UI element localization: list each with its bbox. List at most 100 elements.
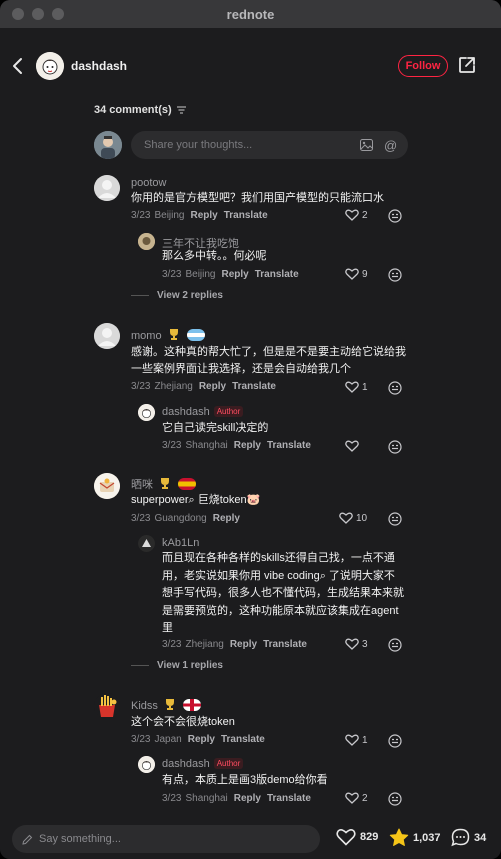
reply-avatar[interactable] bbox=[138, 756, 155, 773]
reply-button[interactable]: Reply bbox=[230, 639, 257, 650]
heart-icon bbox=[339, 512, 353, 524]
star-icon bbox=[389, 828, 409, 846]
reaction-icon[interactable] bbox=[388, 734, 402, 748]
trophy-badge-icon bbox=[161, 478, 170, 489]
comment-meta: 3/23 Guangdong Reply bbox=[131, 513, 240, 524]
commenter-avatar[interactable] bbox=[94, 693, 120, 719]
commenter-name[interactable]: 晒咪 bbox=[131, 476, 197, 492]
view-replies-label: View 1 replies bbox=[157, 660, 223, 671]
minimize-window-button[interactable] bbox=[32, 8, 44, 20]
trophy-badge-icon bbox=[169, 329, 178, 340]
reply-name[interactable]: kAb1Ln bbox=[162, 537, 199, 549]
like-button[interactable]: 2 bbox=[345, 209, 368, 221]
like-count: 2 bbox=[362, 792, 368, 804]
view-replies-button[interactable]: View 2 replies bbox=[131, 290, 223, 301]
reply-name[interactable]: dashdash Author bbox=[162, 406, 244, 418]
post-star-button[interactable]: 1,037 bbox=[389, 828, 441, 847]
reply-meta: 3/23 Zhejiang Reply Translate bbox=[162, 639, 307, 650]
comment-location: Japan bbox=[154, 734, 182, 745]
like-button[interactable]: 3 bbox=[345, 638, 368, 650]
compose-bar: @ bbox=[94, 130, 414, 160]
reply-button[interactable]: Reply bbox=[191, 210, 218, 221]
reply-avatar[interactable] bbox=[138, 535, 155, 552]
heart-icon bbox=[345, 440, 359, 452]
reaction-icon[interactable] bbox=[388, 268, 402, 282]
heart-icon bbox=[345, 638, 359, 650]
commenter-avatar[interactable] bbox=[94, 175, 120, 201]
reply-button[interactable]: Reply bbox=[188, 734, 215, 745]
translate-button[interactable]: Translate bbox=[224, 210, 268, 221]
reaction-icon[interactable] bbox=[388, 792, 402, 806]
translate-button[interactable]: Translate bbox=[221, 734, 265, 745]
commenter-name[interactable]: pootow bbox=[131, 177, 166, 189]
back-icon[interactable] bbox=[10, 56, 28, 76]
reply-meta: 3/23 Beijing Reply Translate bbox=[162, 269, 299, 280]
reaction-icon[interactable] bbox=[388, 381, 402, 395]
app-window: rednote dashdash Follow 34 comment(s) @ … bbox=[0, 0, 501, 859]
translate-button[interactable]: Translate bbox=[263, 639, 307, 650]
reaction-icon[interactable] bbox=[388, 209, 402, 223]
author-name[interactable]: dashdash bbox=[71, 59, 127, 73]
bottom-bar: Say something... 829 1,037 34 bbox=[0, 818, 501, 859]
translate-button[interactable]: Translate bbox=[267, 440, 311, 451]
commenter-name[interactable]: Kidss bbox=[131, 698, 202, 712]
comment-date: 3/23 bbox=[131, 513, 151, 524]
post-like-button[interactable]: 829 bbox=[336, 828, 378, 846]
like-button[interactable]: 9 bbox=[345, 268, 368, 280]
image-icon[interactable] bbox=[360, 139, 373, 151]
translate-button[interactable]: Translate bbox=[255, 269, 299, 280]
like-button[interactable]: 1 bbox=[345, 381, 368, 393]
say-something-input[interactable]: Say something... bbox=[12, 825, 320, 853]
view-replies-button[interactable]: View 1 replies bbox=[131, 660, 223, 671]
reply-button[interactable]: Reply bbox=[234, 440, 261, 451]
reply-text-line: 而且现在各种各样的skills还得自己找，一点不通 bbox=[162, 552, 395, 564]
commenter-avatar[interactable] bbox=[94, 473, 120, 499]
heart-icon bbox=[345, 209, 359, 221]
close-window-button[interactable] bbox=[12, 8, 24, 20]
reply-avatar[interactable] bbox=[138, 404, 155, 421]
post-comment-count: 34 bbox=[474, 831, 487, 844]
reply-avatar[interactable] bbox=[138, 233, 155, 250]
comment-meta: 3/23 Japan Reply Translate bbox=[131, 734, 265, 745]
reply-date: 3/23 bbox=[162, 440, 182, 451]
reaction-icon[interactable] bbox=[388, 638, 402, 652]
reply-name-text: dashdash bbox=[162, 406, 210, 418]
comment-date: 3/23 bbox=[131, 734, 151, 745]
comment-text: 你用的是官方模型吧？我们用国产模型的只能流口水 bbox=[131, 192, 384, 204]
like-button[interactable] bbox=[345, 440, 362, 452]
reply-button[interactable]: Reply bbox=[222, 269, 249, 280]
comment-date: 3/23 bbox=[131, 210, 151, 221]
reply-button[interactable]: Reply bbox=[234, 793, 261, 804]
heart-icon bbox=[336, 829, 356, 846]
like-count: 3 bbox=[362, 638, 368, 650]
like-button[interactable]: 1 bbox=[345, 734, 368, 746]
comment-text: superpower⌕ 巨烧token🐷 bbox=[131, 494, 261, 506]
commenter-name[interactable]: momo bbox=[131, 328, 205, 342]
reply-text: 有点，本质上是画3版demo给你看 bbox=[162, 774, 328, 786]
share-icon[interactable] bbox=[458, 56, 476, 74]
author-avatar[interactable] bbox=[36, 52, 64, 80]
sort-icon[interactable] bbox=[176, 106, 186, 114]
reaction-icon[interactable] bbox=[388, 512, 402, 526]
follow-button[interactable]: Follow bbox=[398, 55, 448, 77]
like-button[interactable]: 2 bbox=[345, 792, 368, 804]
mention-icon[interactable]: @ bbox=[384, 138, 397, 153]
reply-name[interactable]: dashdash Author bbox=[162, 758, 244, 770]
heart-icon bbox=[345, 268, 359, 280]
commenter-avatar[interactable] bbox=[94, 323, 120, 349]
reply-button[interactable]: Reply bbox=[213, 513, 240, 524]
comment-meta: 3/23 Zhejiang Reply Translate bbox=[131, 381, 276, 392]
reaction-icon[interactable] bbox=[388, 440, 402, 454]
zoom-window-button[interactable] bbox=[52, 8, 64, 20]
reply-button[interactable]: Reply bbox=[199, 381, 226, 392]
post-comment-button[interactable]: 34 bbox=[451, 828, 486, 847]
translate-button[interactable]: Translate bbox=[267, 793, 311, 804]
reply-text-line: 用，老实说如果你用 vibe coding⌕ 了说明大家不 bbox=[162, 569, 395, 582]
like-count: 1 bbox=[362, 381, 368, 393]
comment-text-line: 一些案例界面让我选择，还是会自动给我几个 bbox=[131, 363, 351, 375]
translate-button[interactable]: Translate bbox=[232, 381, 276, 392]
like-button[interactable]: 10 bbox=[339, 512, 367, 524]
view-replies-label: View 2 replies bbox=[157, 290, 223, 301]
comment-count-sort[interactable]: 34 comment(s) bbox=[94, 104, 186, 116]
reply-location: Shanghai bbox=[185, 440, 228, 451]
